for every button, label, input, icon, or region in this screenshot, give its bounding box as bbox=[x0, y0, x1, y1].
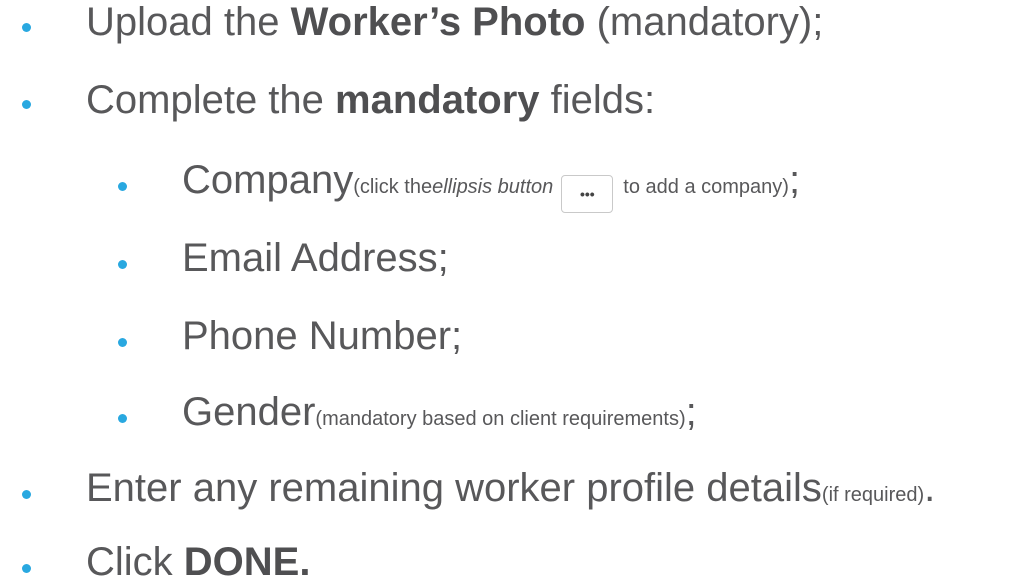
list-item-complete-fields: Complete the mandatory fields: bbox=[86, 78, 655, 123]
text-bold: mandatory bbox=[335, 78, 540, 122]
ellipsis-icon: ••• bbox=[579, 186, 595, 202]
list-item-phone: Phone Number; bbox=[182, 314, 462, 359]
text-pre: Click bbox=[86, 540, 173, 584]
bullet-1 bbox=[22, 23, 31, 32]
note-emphasis: ellipsis button bbox=[432, 176, 554, 198]
bullet-5 bbox=[118, 338, 127, 347]
field-name-email: Email Address; bbox=[182, 236, 449, 280]
text-post: fields: bbox=[550, 78, 656, 122]
list-item-gender: Gender (mandatory based on client requir… bbox=[182, 390, 697, 435]
list-item-remaining-details: Enter any remaining worker profile detai… bbox=[86, 466, 935, 511]
main-text: Enter any remaining worker profile detai… bbox=[86, 466, 822, 510]
ellipsis-button[interactable]: ••• bbox=[561, 175, 614, 213]
bullet-7 bbox=[22, 490, 31, 499]
note-pre: (click the bbox=[353, 176, 433, 198]
field-name-gender: Gender bbox=[182, 390, 316, 434]
text-bold: DONE. bbox=[183, 540, 311, 584]
field-name-company: Company bbox=[182, 158, 354, 202]
note-post: to add a company) bbox=[623, 176, 789, 198]
list-item-click-done: Click DONE. bbox=[86, 540, 310, 585]
note: (mandatory based on client requirements) bbox=[315, 408, 686, 430]
line-end: ; bbox=[788, 158, 801, 202]
list-item-email: Email Address; bbox=[182, 236, 449, 281]
text-pre: Complete the bbox=[86, 78, 324, 122]
bullet-4 bbox=[118, 260, 127, 269]
bullet-8 bbox=[22, 564, 31, 573]
list-item-upload-photo: Upload the Worker’s Photo (mandatory); bbox=[86, 0, 823, 45]
line-end: ; bbox=[685, 390, 697, 434]
bullet-2 bbox=[22, 100, 31, 109]
note: (if required) bbox=[821, 484, 925, 506]
bullet-3 bbox=[118, 182, 127, 191]
text-post: (mandatory); bbox=[596, 0, 824, 44]
list-item-company: Company (click the ellipsis button ••• t… bbox=[182, 158, 801, 213]
line-end: . bbox=[924, 466, 936, 510]
bullet-6 bbox=[118, 414, 127, 423]
field-name-phone: Phone Number; bbox=[182, 314, 463, 358]
text-pre: Upload the bbox=[86, 0, 280, 44]
text-bold: Worker’s Photo bbox=[290, 0, 586, 44]
